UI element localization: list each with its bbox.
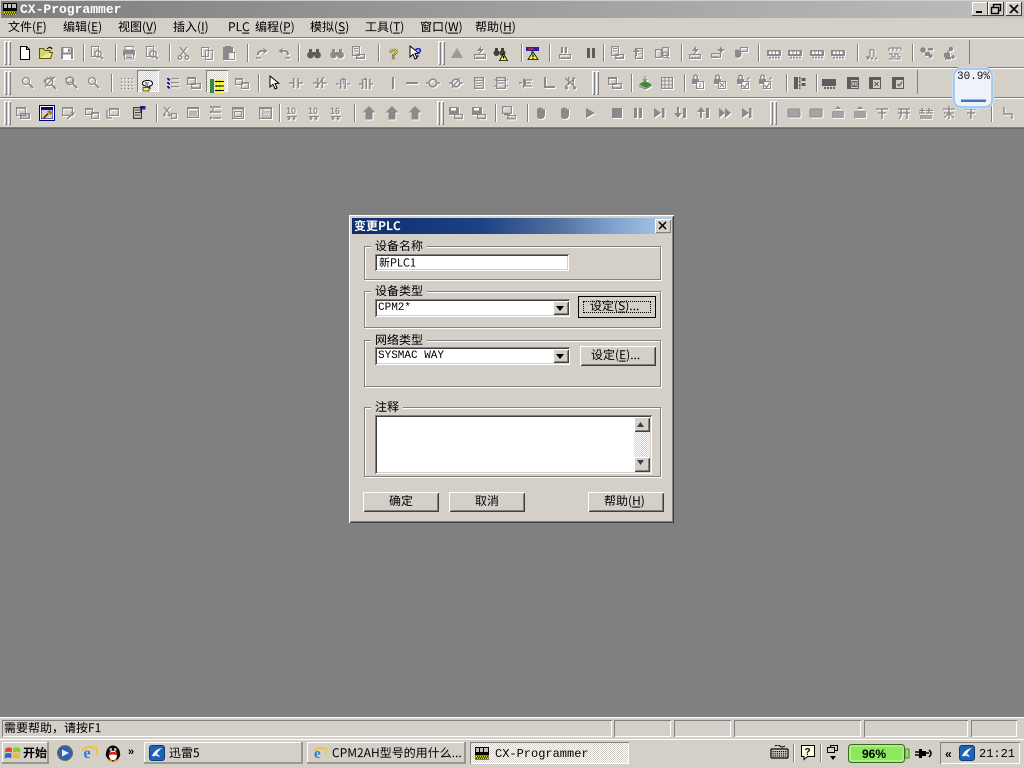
svg-text:002: 002 bbox=[264, 114, 272, 119]
svg-text:w: w bbox=[145, 81, 149, 87]
svg-text:?: ? bbox=[414, 45, 422, 60]
svg-text:z: z bbox=[853, 82, 856, 88]
svg-text:?: ? bbox=[389, 46, 398, 63]
svg-text:10: 10 bbox=[286, 106, 296, 116]
svg-text:16: 16 bbox=[330, 106, 340, 116]
svg-text:10: 10 bbox=[308, 106, 318, 116]
